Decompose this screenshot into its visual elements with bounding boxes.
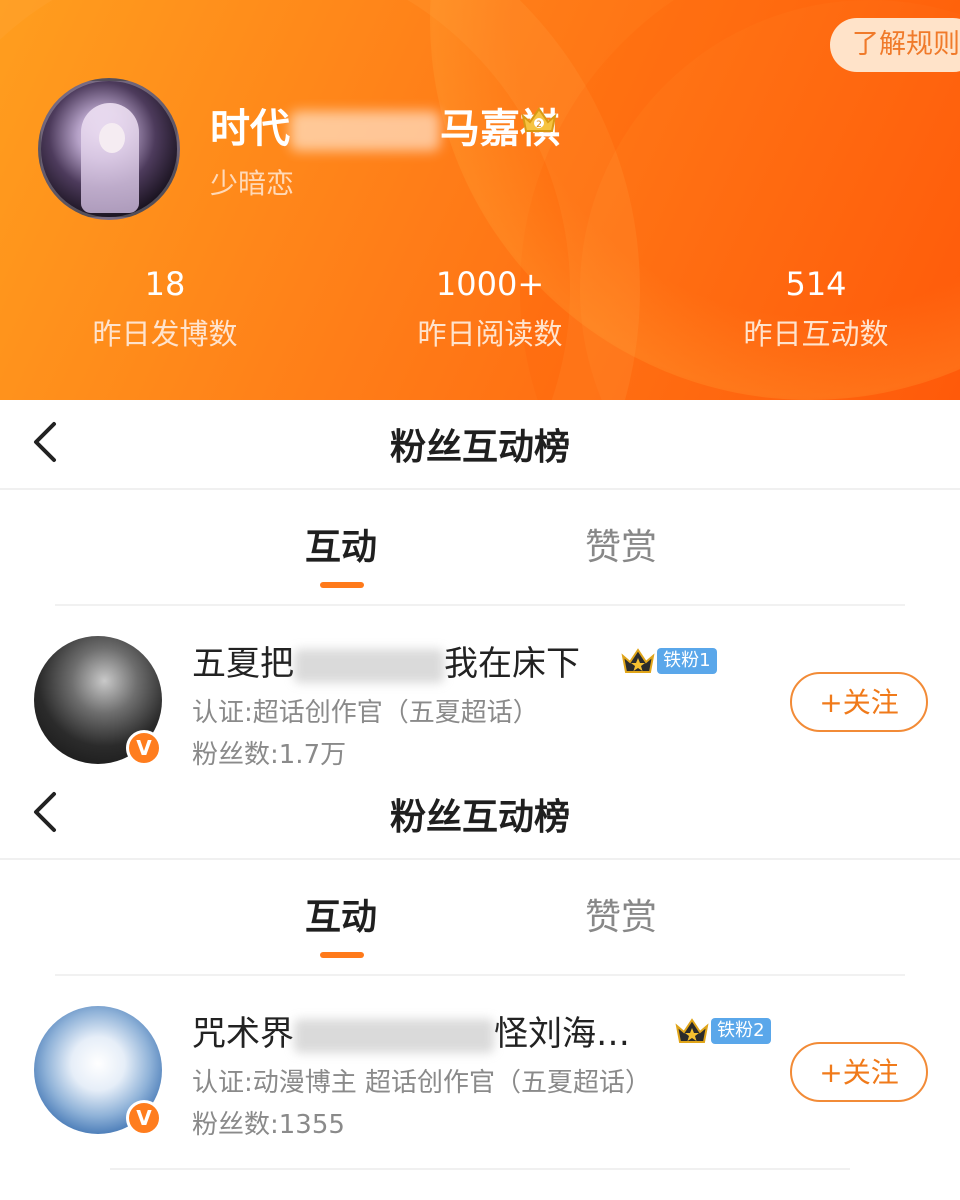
user-name-end: 我在床下 xyxy=(444,644,580,684)
tab-interaction[interactable]: 互动 xyxy=(305,518,377,570)
divider xyxy=(110,1168,850,1170)
nav-bar: 粉丝互动榜 xyxy=(0,770,960,860)
username-start: 时代 xyxy=(210,106,290,152)
stat-label: 昨日互动数 xyxy=(743,317,889,351)
crown-icon xyxy=(675,1018,709,1043)
stat-label: 昨日发博数 xyxy=(92,317,238,351)
username-blurred xyxy=(290,111,440,151)
fan-level-tag: 铁粉1 xyxy=(657,648,717,674)
user-name-blurred xyxy=(294,648,444,683)
user-fan-count: 粉丝数:1.7万 xyxy=(192,740,347,770)
follow-button[interactable]: +关注 xyxy=(790,672,928,732)
rules-button[interactable]: 了解规则 xyxy=(830,18,960,72)
user-name-start: 五夏把 xyxy=(192,644,294,684)
profile-avatar[interactable] xyxy=(38,78,180,220)
stat-reads: 1000+ 昨日阅读数 xyxy=(360,262,620,362)
verified-v-icon: V xyxy=(126,730,162,766)
user-name-blurred xyxy=(294,1018,494,1053)
tab-bar: 互动 赞赏 xyxy=(55,490,905,606)
verified-v-icon: V xyxy=(126,1100,162,1136)
stat-value: 514 xyxy=(785,265,847,303)
nav-bar: 粉丝互动榜 xyxy=(0,400,960,490)
page-title: 粉丝互动榜 xyxy=(389,797,570,838)
fan-ranking-panel: 粉丝互动榜 互动 赞赏 V 咒术界 怪刘海… 铁粉2 认证:动漫博主 超话创作官（… xyxy=(0,770,960,1170)
follow-button[interactable]: +关注 xyxy=(790,1042,928,1102)
avatar-art xyxy=(99,123,125,153)
fan-level-badge: 铁粉2 xyxy=(674,1016,771,1048)
tab-reward[interactable]: 赞赏 xyxy=(585,888,657,940)
list-item[interactable]: V 五夏把 我在床下 铁粉1 认证:超话创作官（五夏超话） 粉丝数:1.7万 +关… xyxy=(0,606,960,774)
list-item[interactable]: V 咒术界 怪刘海… 铁粉2 认证:动漫博主 超话创作官（五夏超话） 粉丝数:13… xyxy=(0,976,960,1144)
user-name[interactable]: 咒术界 怪刘海… xyxy=(192,1006,630,1055)
stat-value: 1000+ xyxy=(435,265,545,303)
fan-level-badge: 铁粉1 xyxy=(620,646,717,678)
avatar-art xyxy=(81,103,139,213)
tab-interaction[interactable]: 互动 xyxy=(305,888,377,940)
user-name-end: 怪刘海… xyxy=(494,1014,630,1054)
user-fan-count: 粉丝数:1355 xyxy=(192,1110,345,1140)
fan-ranking-panel: 粉丝互动榜 互动 赞赏 V 五夏把 我在床下 铁粉1 认证:超话创作官（五夏超话）… xyxy=(0,400,960,774)
tab-reward[interactable]: 赞赏 xyxy=(585,518,657,570)
page-title: 粉丝互动榜 xyxy=(389,427,570,468)
profile-header: 了解规则 时代 马嘉祺 2 少暗恋 18 昨日发博数 1000+ 昨日阅读数 51… xyxy=(0,0,960,400)
user-name-start: 咒术界 xyxy=(192,1014,294,1054)
tab-indicator xyxy=(320,582,364,588)
user-certification: 认证:动漫博主 超话创作官（五夏超话） xyxy=(192,1068,652,1098)
user-name[interactable]: 五夏把 我在床下 xyxy=(192,636,580,685)
fan-level-tag: 铁粉2 xyxy=(711,1018,771,1044)
stat-interactions: 514 昨日互动数 xyxy=(686,262,946,362)
crown-icon xyxy=(621,648,655,673)
profile-subname: 少暗恋 xyxy=(210,167,295,200)
tab-indicator xyxy=(320,952,364,958)
stat-value: 18 xyxy=(144,265,186,303)
svg-text:2: 2 xyxy=(536,120,542,130)
stat-posts: 18 昨日发博数 xyxy=(35,262,295,362)
profile-username: 时代 马嘉祺 xyxy=(210,96,560,154)
crown-icon: 2 xyxy=(521,107,557,132)
user-certification: 认证:超话创作官（五夏超话） xyxy=(192,698,539,728)
stat-label: 昨日阅读数 xyxy=(417,317,563,351)
tab-bar: 互动 赞赏 xyxy=(55,860,905,976)
